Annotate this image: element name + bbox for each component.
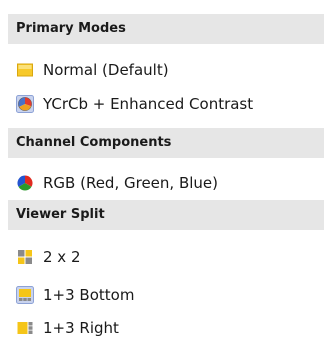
menu-item-1-3-bottom[interactable]: 1+3 Bottom [0, 280, 324, 310]
menu-item-label: 2 x 2 [43, 248, 81, 266]
grid-2x2-icon [16, 248, 34, 266]
menu-item-label: YCrCb + Enhanced Contrast [43, 95, 254, 113]
menu-item-label: RGB (Red, Green, Blue) [43, 174, 218, 192]
menu-item-ycrcb-enhanced-contrast[interactable]: YCrCb + Enhanced Contrast [0, 89, 324, 119]
menu-item-1-3-right[interactable]: 1+3 Right [0, 313, 324, 343]
menu-item-rgb[interactable]: RGB (Red, Green, Blue) [0, 168, 324, 198]
menu-item-label: Normal (Default) [43, 61, 169, 79]
section-header-viewer-split: Viewer Split [8, 200, 324, 230]
ycrcb-mode-icon [16, 95, 34, 113]
section-header-channel-components: Channel Components [8, 128, 324, 158]
normal-mode-icon [16, 61, 34, 79]
menu-item-label: 1+3 Bottom [43, 286, 135, 304]
section-header-primary-modes: Primary Modes [8, 14, 324, 44]
menu-item-label: 1+3 Right [43, 319, 119, 337]
rgb-channels-icon [16, 174, 34, 192]
menu-item-2x2[interactable]: 2 x 2 [0, 242, 324, 272]
split-1-3-bottom-icon [16, 286, 34, 304]
menu-item-normal-default[interactable]: Normal (Default) [0, 55, 324, 85]
split-1-3-right-icon [16, 319, 34, 337]
